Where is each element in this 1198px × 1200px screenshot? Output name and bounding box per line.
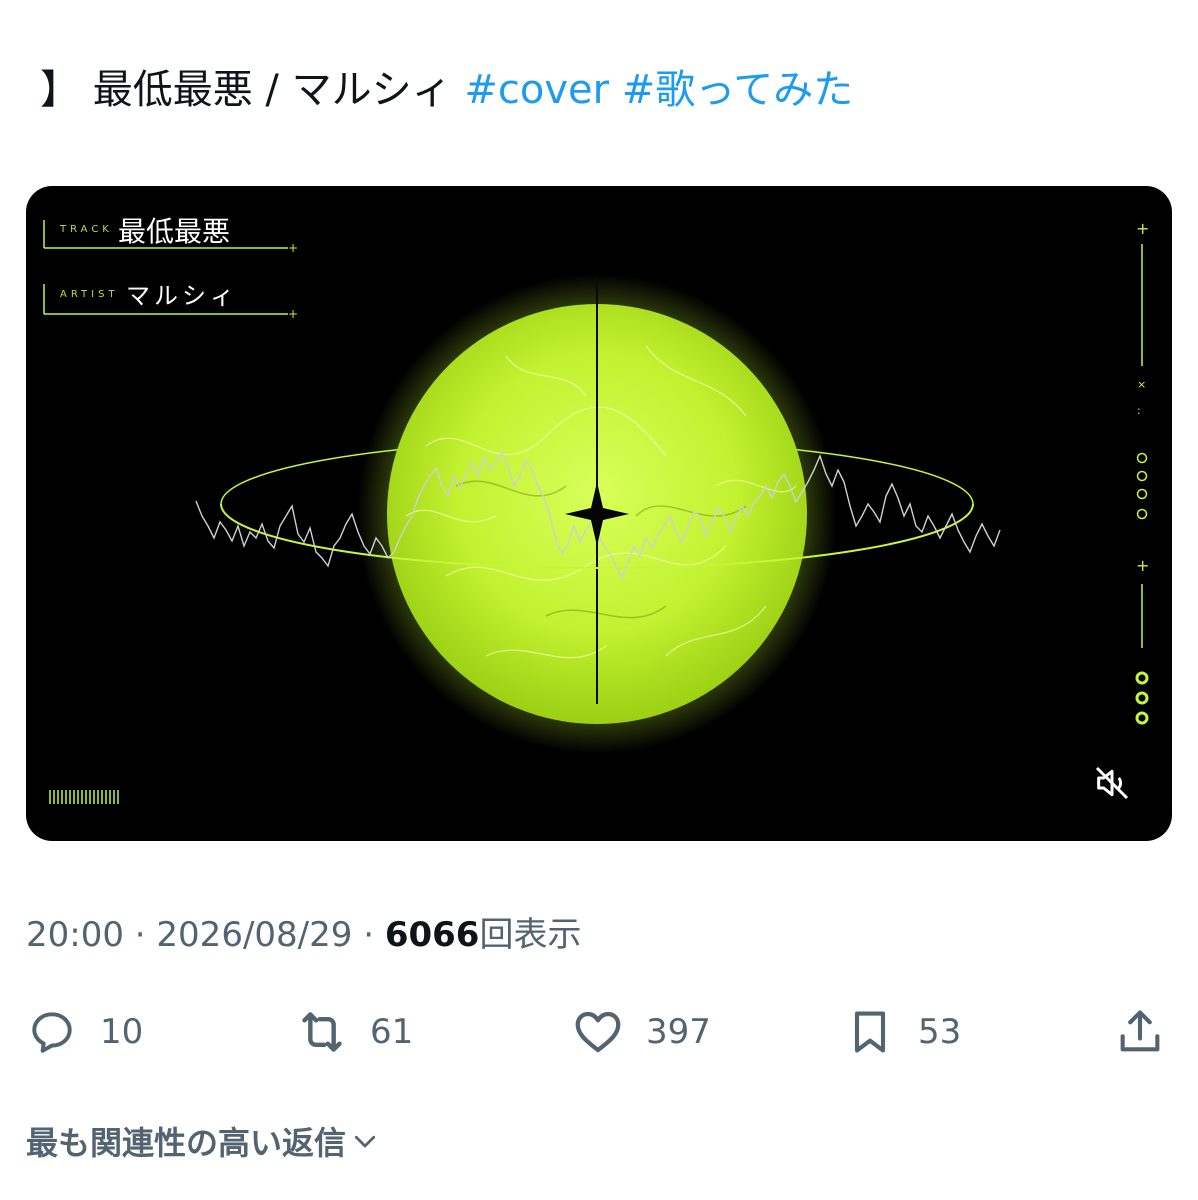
plus-mark: + xyxy=(1136,219,1149,238)
speaker-muted-icon xyxy=(1095,766,1129,800)
like-button[interactable]: 397 xyxy=(570,1000,711,1064)
plus-mark: + xyxy=(288,307,298,321)
track-label: TRACK xyxy=(60,224,113,235)
artist-label: ARTIST xyxy=(60,289,119,300)
bookmark-count: 53 xyxy=(918,1012,962,1052)
colon-mark: : xyxy=(1137,404,1141,417)
heart-icon xyxy=(575,1011,621,1053)
retweet-icon xyxy=(302,1012,342,1052)
right-hud xyxy=(1135,244,1149,725)
track-title: 最低最悪 xyxy=(118,215,231,248)
chevron-down-icon xyxy=(354,1135,376,1148)
share-icon xyxy=(1120,1010,1160,1052)
bookmark-icon xyxy=(854,1011,886,1053)
retweet-button[interactable]: 61 xyxy=(294,1000,413,1064)
retweet-count: 61 xyxy=(370,1012,414,1052)
tweet-time[interactable]: 20:00 xyxy=(26,915,124,955)
like-count: 397 xyxy=(646,1012,711,1052)
reply-button[interactable]: 10 xyxy=(24,1000,143,1064)
reply-icon xyxy=(32,1012,72,1053)
bookmark-button[interactable]: 53 xyxy=(842,1000,961,1064)
reply-count: 10 xyxy=(100,1012,144,1052)
replies-sort-dropdown[interactable]: 最も関連性の高い返信 xyxy=(26,1118,380,1164)
hashtag-utattemita[interactable]: #歌ってみた xyxy=(622,67,854,113)
view-count-suffix: 回表示 xyxy=(479,915,582,955)
hashtag-cover[interactable]: #cover xyxy=(464,67,609,113)
meta-separator: · xyxy=(123,915,157,955)
share-button[interactable] xyxy=(1112,1000,1168,1064)
action-bar: 10 61 397 53 xyxy=(0,1000,1198,1064)
plus-mark: + xyxy=(1136,556,1149,575)
tweet-meta: 20:00 · 2026/08/29 · 6066回表示 xyxy=(26,910,581,960)
meta-separator: · xyxy=(352,915,385,955)
x-mark: × xyxy=(1137,378,1146,391)
tweet-date[interactable]: 2026/08/29 xyxy=(156,915,352,955)
mute-button[interactable] xyxy=(1092,763,1132,803)
barcode-decoration xyxy=(49,790,119,804)
tweet-text: 】 最低最悪 / マルシィ #cover #歌ってみた xyxy=(40,62,853,118)
replies-sort-label: 最も関連性の高い返信 xyxy=(26,1124,347,1162)
plus-mark: + xyxy=(288,241,298,255)
artist-name: マルシィ xyxy=(126,282,238,310)
video-player[interactable]: + + + + × : TRACK 最低最悪 ARTIST マルシィ xyxy=(26,186,1172,841)
view-count: 6066 xyxy=(384,915,480,955)
tweet-text-body: 】 最低最悪 / マルシィ xyxy=(40,67,452,113)
